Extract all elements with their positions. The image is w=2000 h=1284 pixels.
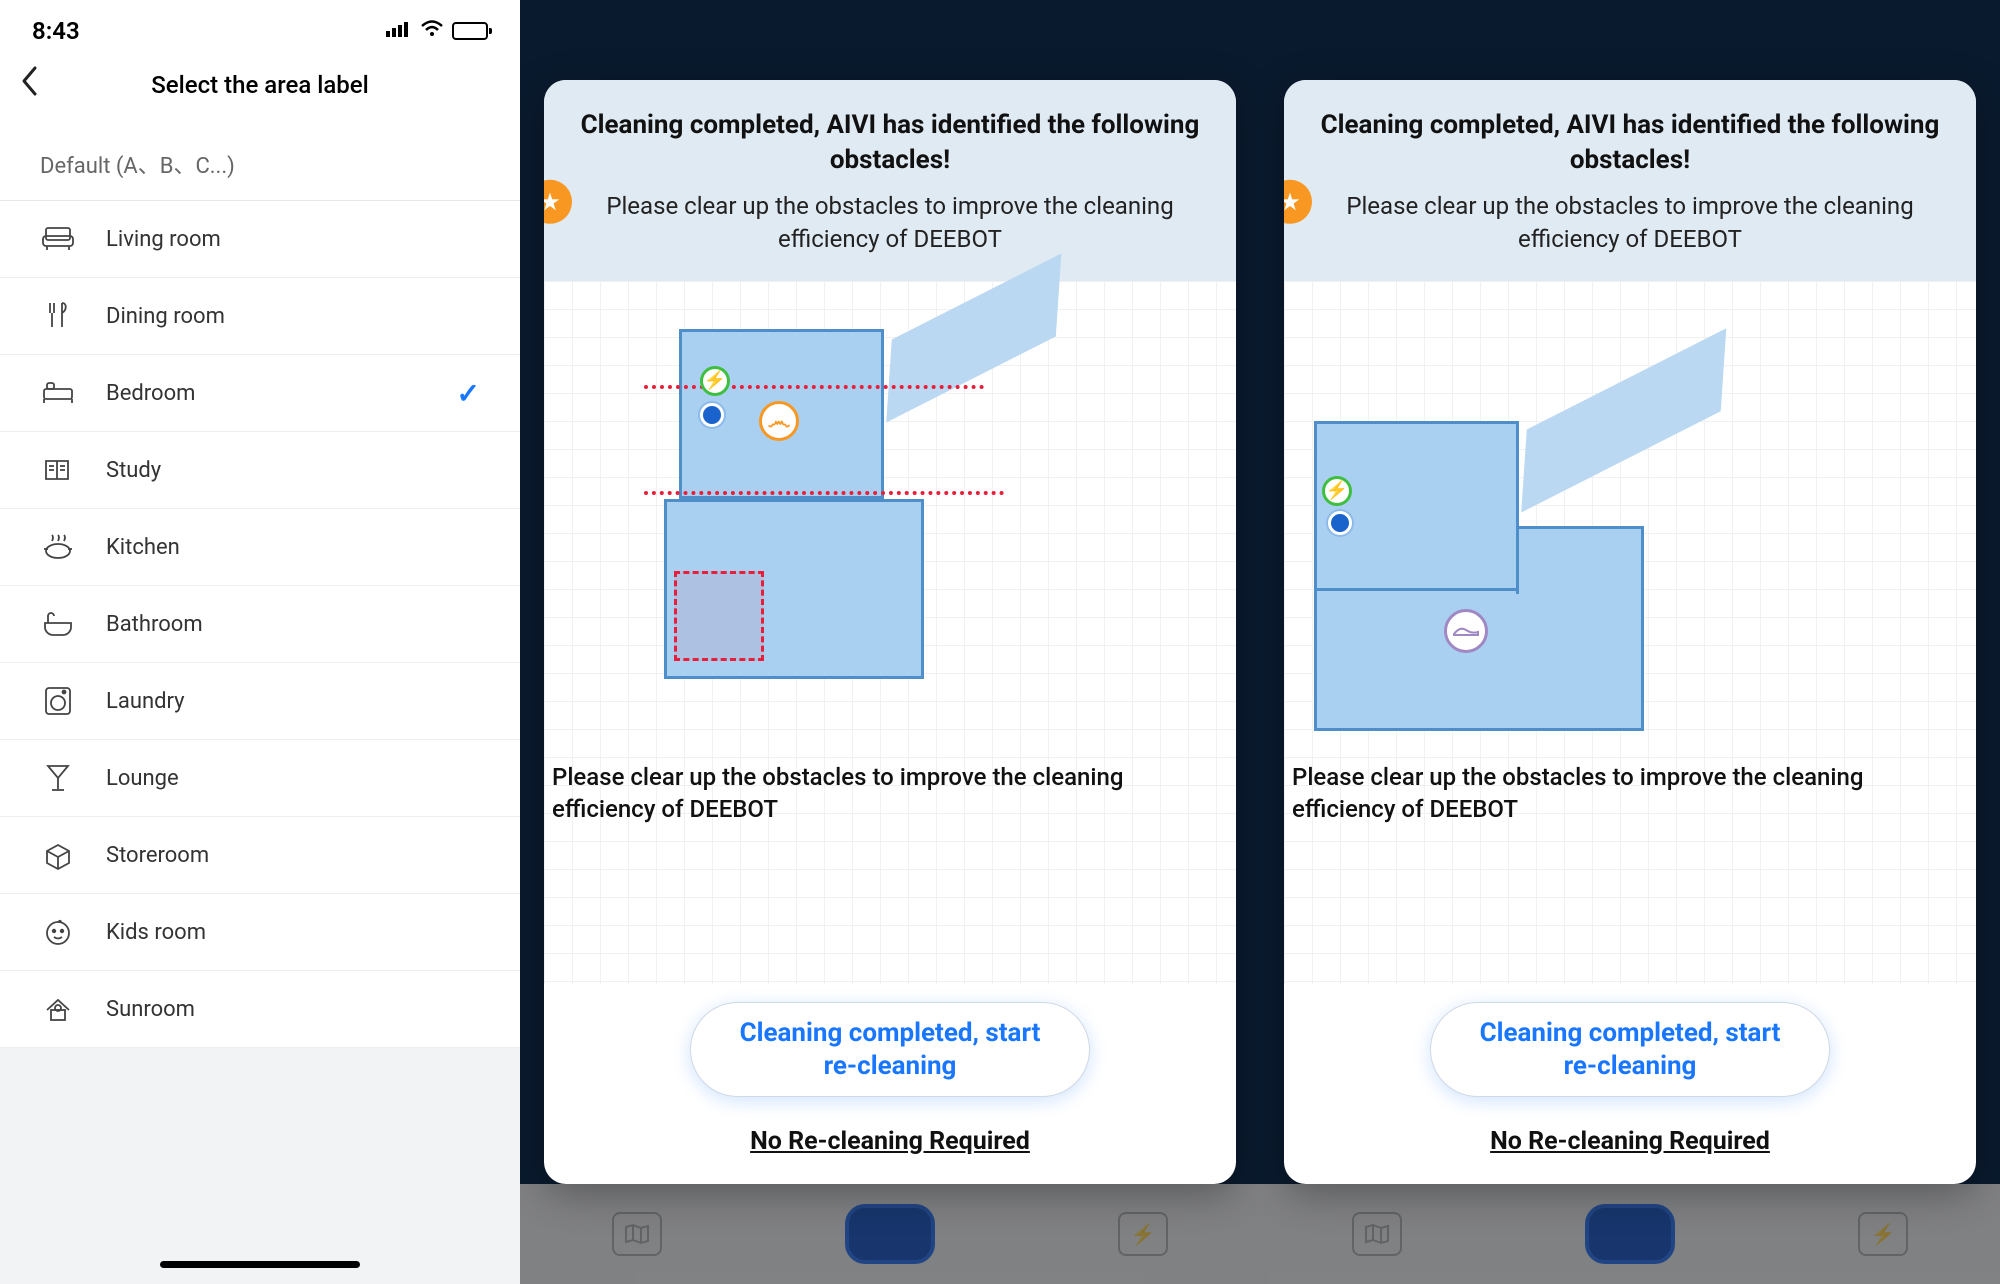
room-item-dining-room[interactable]: Dining room (0, 278, 520, 355)
room-label: Dining room (106, 304, 480, 329)
modal-actions: Cleaning completed, start re-cleaning No… (1284, 984, 1976, 1184)
wifi-icon (420, 20, 444, 42)
signal-icon (386, 21, 412, 41)
book-icon (40, 452, 76, 488)
modal-title: Cleaning completed, AIVI has identified … (580, 108, 1200, 178)
modal-header: ★ Cleaning completed, AIVI has identifie… (544, 80, 1236, 281)
washer-icon (40, 683, 76, 719)
room-label: Sunroom (106, 997, 480, 1022)
map-area[interactable]: ⚡ ෴ Please clear up the obstacles to imp… (544, 281, 1236, 984)
room-label: Study (106, 458, 480, 483)
cutlery-icon (40, 298, 76, 334)
no-reclean-link[interactable]: No Re-cleaning Required (584, 1127, 1196, 1156)
virtual-wall (644, 385, 984, 389)
room-label: Kitchen (106, 535, 480, 560)
box-icon (40, 837, 76, 873)
virtual-wall (644, 491, 1004, 495)
bottom-fill (0, 1048, 520, 1284)
panel-cleaning-result-a: ‹ Office T8 AIVI ••• ⚡ ★ Cleaning comple… (520, 0, 1260, 1284)
cleaning-result-modal: ★ Cleaning completed, AIVI has identifie… (544, 80, 1236, 1184)
panel-cleaning-result-b: ‹ Office T8 AIVI ••• ⚡ ★ Cleaning comple… (1260, 0, 2000, 1284)
room-item-study[interactable]: Study (0, 432, 520, 509)
map-caption: Please clear up the obstacles to improve… (1292, 761, 1968, 826)
reclean-button[interactable]: Cleaning completed, start re-cleaning (1430, 1002, 1830, 1097)
room-item-living-room[interactable]: Living room (0, 201, 520, 278)
room-item-sunroom[interactable]: Sunroom (0, 971, 520, 1048)
no-reclean-link[interactable]: No Re-cleaning Required (1324, 1127, 1936, 1156)
check-icon: ✓ (457, 377, 480, 410)
baby-icon (40, 914, 76, 950)
header-row: Select the area label (0, 56, 520, 128)
modal-title: Cleaning completed, AIVI has identified … (1320, 108, 1940, 178)
room-item-kitchen[interactable]: Kitchen (0, 509, 520, 586)
map-hallway (1521, 328, 1726, 512)
panel-select-area: 8:43 Select the area label Default (A、B、… (0, 0, 520, 1284)
map-caption: Please clear up the obstacles to improve… (552, 761, 1228, 826)
status-bar: 8:43 (0, 0, 520, 56)
room-label: Kids room (106, 920, 480, 945)
modal-header: ★ Cleaning completed, AIVI has identifie… (1284, 80, 1976, 281)
room-label: Lounge (106, 766, 480, 791)
page-title: Select the area label (20, 71, 500, 99)
room-item-bathroom[interactable]: Bathroom (0, 586, 520, 663)
room-item-laundry[interactable]: Laundry (0, 663, 520, 740)
room-label: Laundry (106, 689, 480, 714)
obstacle-shoe-icon[interactable] (1444, 609, 1488, 653)
room-list: Living room Dining room Bedroom ✓ Study (0, 201, 520, 1048)
room-item-bedroom[interactable]: Bedroom ✓ (0, 355, 520, 432)
default-option[interactable]: Default (A、B、C...) (0, 128, 520, 201)
star-badge-icon: ★ (1284, 179, 1312, 223)
map-room-upper (1314, 421, 1519, 591)
no-go-zone (674, 571, 764, 661)
room-item-storeroom[interactable]: Storeroom (0, 817, 520, 894)
obstacle-tangle-icon[interactable]: ෴ (759, 401, 799, 441)
cocktail-icon (40, 760, 76, 796)
room-label: Bedroom (106, 381, 457, 406)
bed-icon (40, 375, 76, 411)
star-badge-icon: ★ (544, 179, 572, 223)
charger-icon: ⚡ (1322, 476, 1352, 506)
map-room-lower (1314, 591, 1644, 731)
room-label: Bathroom (106, 612, 480, 637)
battery-icon (452, 22, 488, 40)
charger-icon: ⚡ (700, 366, 730, 396)
robot-position-icon (1328, 511, 1352, 535)
status-icons (386, 20, 488, 42)
bathtub-icon (40, 606, 76, 642)
modal-subtitle: Please clear up the obstacles to improve… (580, 190, 1200, 255)
room-item-lounge[interactable]: Lounge (0, 740, 520, 817)
robot-position-icon (700, 403, 724, 427)
reclean-button[interactable]: Cleaning completed, start re-cleaning (690, 1002, 1090, 1097)
map-room-notch (1516, 526, 1644, 594)
room-label: Storeroom (106, 843, 480, 868)
pot-icon (40, 529, 76, 565)
map-area[interactable]: ⚡ Please clear up the obstacles to impro… (1284, 281, 1976, 984)
sofa-icon (40, 221, 76, 257)
modal-actions: Cleaning completed, start re-cleaning No… (544, 984, 1236, 1184)
room-label: Living room (106, 227, 480, 252)
modal-subtitle: Please clear up the obstacles to improve… (1320, 190, 1940, 255)
status-time: 8:43 (32, 17, 80, 45)
cleaning-result-modal: ★ Cleaning completed, AIVI has identifie… (1284, 80, 1976, 1184)
home-indicator[interactable] (160, 1261, 360, 1268)
house-sun-icon (40, 991, 76, 1027)
room-item-kids-room[interactable]: Kids room (0, 894, 520, 971)
